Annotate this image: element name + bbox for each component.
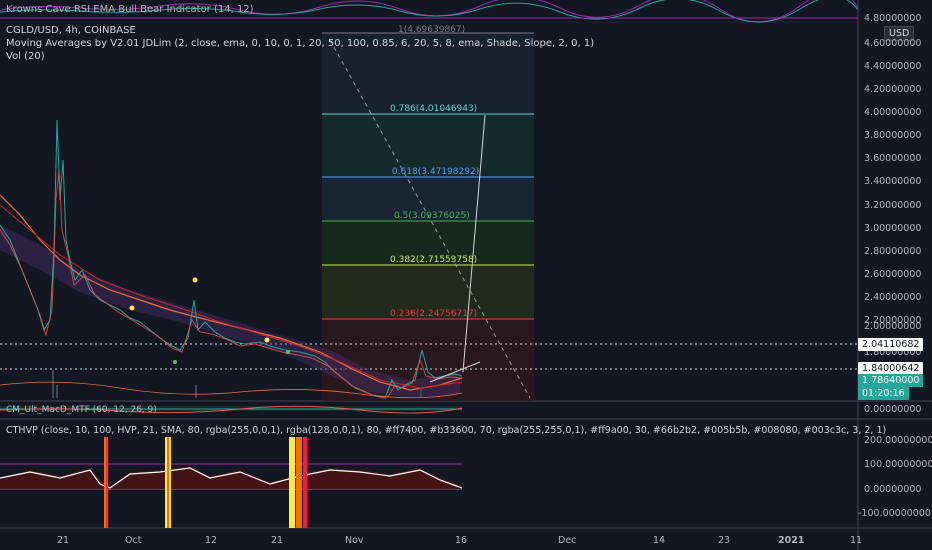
time-tick: Dec: [558, 535, 577, 546]
fib-label-05: 0.5(3.09376025): [394, 211, 470, 221]
price-tick: 3.40000000: [864, 176, 922, 187]
time-tick: 11: [850, 535, 863, 546]
macd-axis-zero: 0.00000000: [864, 404, 922, 415]
price-tag-level-a[interactable]: 2.04110682: [858, 338, 924, 351]
fib-label-0618: 0.618(3.47198292): [392, 167, 480, 177]
indicator-cthvp-legend[interactable]: CTHVP (close, 10, 100, HVP, 21, SMA, 80,…: [6, 425, 886, 436]
time-tick: Oct: [125, 535, 142, 546]
price-tick: 2.80000000: [864, 246, 922, 257]
price-tick: 2.00000000: [864, 321, 922, 332]
time-tick: 21: [271, 535, 284, 546]
time-tick: 16: [455, 535, 468, 546]
cthvp-axis-tick: 100.00000000: [864, 459, 932, 470]
cthvp-pane: [0, 437, 463, 528]
current-price-tag[interactable]: 1.78640000: [858, 374, 924, 387]
bar-countdown: 01:20:16: [858, 387, 909, 400]
fib-label-0382: 0.382(2.71553758): [390, 255, 478, 265]
symbol-title[interactable]: CGLD/USD, 4h, COINBASE: [6, 25, 136, 36]
time-tick: 23: [718, 535, 731, 546]
price-tick: 4.20000000: [864, 84, 922, 95]
price-tick: 3.00000000: [864, 223, 922, 234]
cthvp-axis-tick: 200.00000000: [864, 435, 932, 446]
top-indicator-label[interactable]: Krowns Cave RSI EMA Bull Bear Indicator …: [6, 4, 254, 15]
price-tick: 3.80000000: [864, 130, 922, 141]
price-tick: 3.20000000: [864, 200, 922, 211]
fib-label-0236: 0.236(2.24756717): [390, 309, 478, 319]
price-tick: 4.40000000: [864, 61, 922, 72]
indicator-vol-legend[interactable]: Vol (20): [6, 51, 45, 62]
price-tick: 2.60000000: [864, 269, 922, 280]
fib-label-1: 1(4.69639867): [398, 25, 466, 35]
time-tick: Nov: [345, 535, 364, 546]
cthvp-axis-tick: -100.00000000: [858, 508, 931, 519]
price-tick: 4.80000000: [864, 13, 922, 24]
cthvp-axis-tick: 0.00000000: [864, 484, 922, 495]
price-tick: 4.60000000: [864, 38, 922, 49]
chart-canvas[interactable]: [0, 0, 932, 550]
price-tick: 2.40000000: [864, 292, 922, 303]
price-tick: 4.00000000: [864, 107, 922, 118]
indicator-macd-legend[interactable]: CM_Ult_MacD_MTF (60, 12, 26, 9): [6, 405, 157, 415]
time-tick: 21: [57, 535, 70, 546]
fib-label-0786: 0.786(4.01046943): [390, 104, 478, 114]
indicator-ma-legend[interactable]: Moving Averages by V2.01 JDLim (2, close…: [6, 38, 594, 49]
time-tick: 2021: [778, 535, 805, 546]
time-tick: 14: [653, 535, 666, 546]
price-tick: 3.60000000: [864, 153, 922, 164]
time-tick: 12: [205, 535, 218, 546]
